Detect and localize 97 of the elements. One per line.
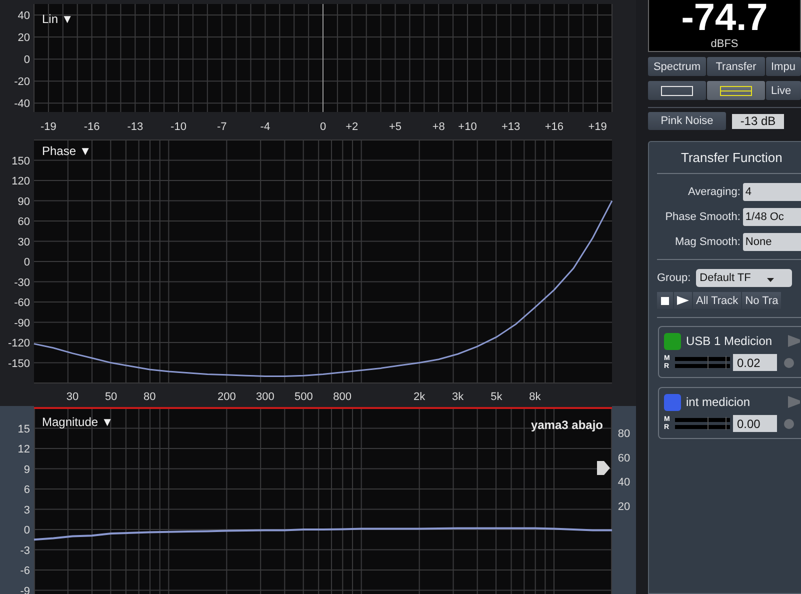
threshold-marker-icon[interactable] [597,461,610,475]
mode-tab[interactable]: Spectrum [648,57,706,76]
coherence-tick-label: 60 [618,452,630,464]
axis-tick-label: -13 [127,121,144,133]
coherence-tick-label: 40 [618,476,630,489]
axis-tick-label: -90 [14,317,30,330]
axis-tick-label: -10 [170,121,186,133]
group-dropdown[interactable]: Default TF [696,268,792,286]
axis-tick-label: 500 [294,391,313,403]
caret-icon [766,278,774,282]
setting-label: Averaging: [687,186,740,198]
axis-tick-label: 0 [24,54,30,66]
stop-icon [661,296,669,304]
axis-tick-label: -16 [84,121,100,133]
track-button[interactable]: No Tra [742,292,782,309]
axis-tick-label: 0 [24,524,30,536]
coherence-tick-label: 20 [618,500,630,513]
color-swatch[interactable] [664,394,681,410]
axis-tick-label: +5 [388,121,402,133]
trace-name: yama3 abajo [530,418,603,432]
noise-generator-button[interactable]: Pink Noise [648,112,726,130]
measurement-name: USB 1 Medicion [686,334,772,348]
plot-mode-dropdown[interactable]: Phase ▼ [42,144,92,158]
status-dot [784,358,794,368]
setting-label: Mag Smooth: [674,236,740,248]
axis-tick-label: 800 [333,391,352,403]
axis-tick-label: 0 [24,256,30,268]
axis-tick-label: 3 [24,504,30,516]
axis-tick-label: 50 [104,391,118,403]
axis-tick-label: -4 [260,121,270,133]
single-pane-icon [661,86,693,96]
setting-dropdown[interactable]: None [743,232,801,250]
play-icon [677,296,689,305]
axis-tick-label: +19 [588,121,607,133]
level-meter-drawing [675,417,730,430]
play-button[interactable] [674,292,692,309]
axis-tick-label: 3k [452,391,464,403]
axis-tick-label: 0 [320,121,326,133]
axis-tick-label: +8 [432,121,445,133]
axis-tick-label: -150 [8,358,30,370]
axis-tick-label: 150 [12,155,30,168]
axis-tick-label: 9 [24,464,30,476]
axis-tick-label: +2 [346,121,358,133]
axis-tick-label: -20 [14,76,30,88]
axis-tick-label: 90 [18,196,30,208]
group-label: Group: [657,272,691,284]
axis-tick-label: 200 [217,391,236,403]
level-meter-drawing [675,356,730,369]
axis-tick-label: +16 [544,121,564,133]
setting-dropdown[interactable]: 4 [743,182,801,200]
axis-tick-label: +13 [502,121,520,133]
axis-tick-label: 15 [18,423,30,436]
axis-tick-label: 300 [256,391,274,403]
axis-tick-label: -7 [216,121,227,133]
delay-field[interactable]: 0.00 [733,415,777,432]
axis-tick-label: 30 [66,391,79,403]
axis-tick-label: 5k [490,391,502,403]
axis-tick-label: +10 [458,121,477,133]
axis-tick-label: 120 [12,176,30,188]
level-unit: dBFS [710,38,738,50]
axis-tick-label: 2k [414,391,426,403]
axis-tick-label: -19 [40,121,56,133]
track-button[interactable]: All Track [693,292,742,309]
axis-tick-label: -9 [20,585,30,594]
mode-tab[interactable]: Impu [766,57,801,76]
axis-tick-label: 8k [529,391,541,403]
gain-field[interactable]: -13 dB [732,114,784,128]
delay-field[interactable]: 0.02 [733,354,777,371]
axis-tick-label: 30 [18,236,30,248]
setting-label: Phase Smooth: [664,210,740,222]
axis-tick-label: 12 [18,444,30,456]
panel-title: Transfer Function [681,150,784,165]
axis-tick-label: 20 [18,32,30,44]
axis-tick-label: 80 [143,391,156,403]
axis-tick-label: 6 [24,484,30,496]
mode-tab[interactable]: Transfer [707,57,765,76]
view-button[interactable]: Live [766,81,801,100]
color-swatch[interactable] [664,332,681,350]
status-dot [784,418,794,428]
coherence-tick-label: 80 [618,428,630,440]
axis-tick-label: -6 [20,565,30,577]
setting-dropdown[interactable]: 1/48 Oc [743,208,801,226]
axis-tick-label: -40 [14,98,30,110]
axis-tick-label: -30 [14,276,30,289]
stop-button[interactable] [657,292,673,309]
axis-tick-label: 40 [18,10,30,22]
axis-tick-label: 60 [18,216,30,228]
layout-button[interactable] [707,81,765,100]
two-pane-icon [720,86,752,96]
level-value: -74.7 [681,0,768,36]
plot-mode-dropdown[interactable]: Lin ▼ [42,12,74,26]
layout-button[interactable] [648,81,706,100]
axis-tick-label: -120 [8,338,30,350]
plot-mode-dropdown[interactable]: Magnitude ▼ [42,415,114,429]
axis-tick-label: -3 [20,544,30,557]
axis-tick-label: -60 [14,297,30,309]
measurement-name: int medicion [686,395,750,409]
